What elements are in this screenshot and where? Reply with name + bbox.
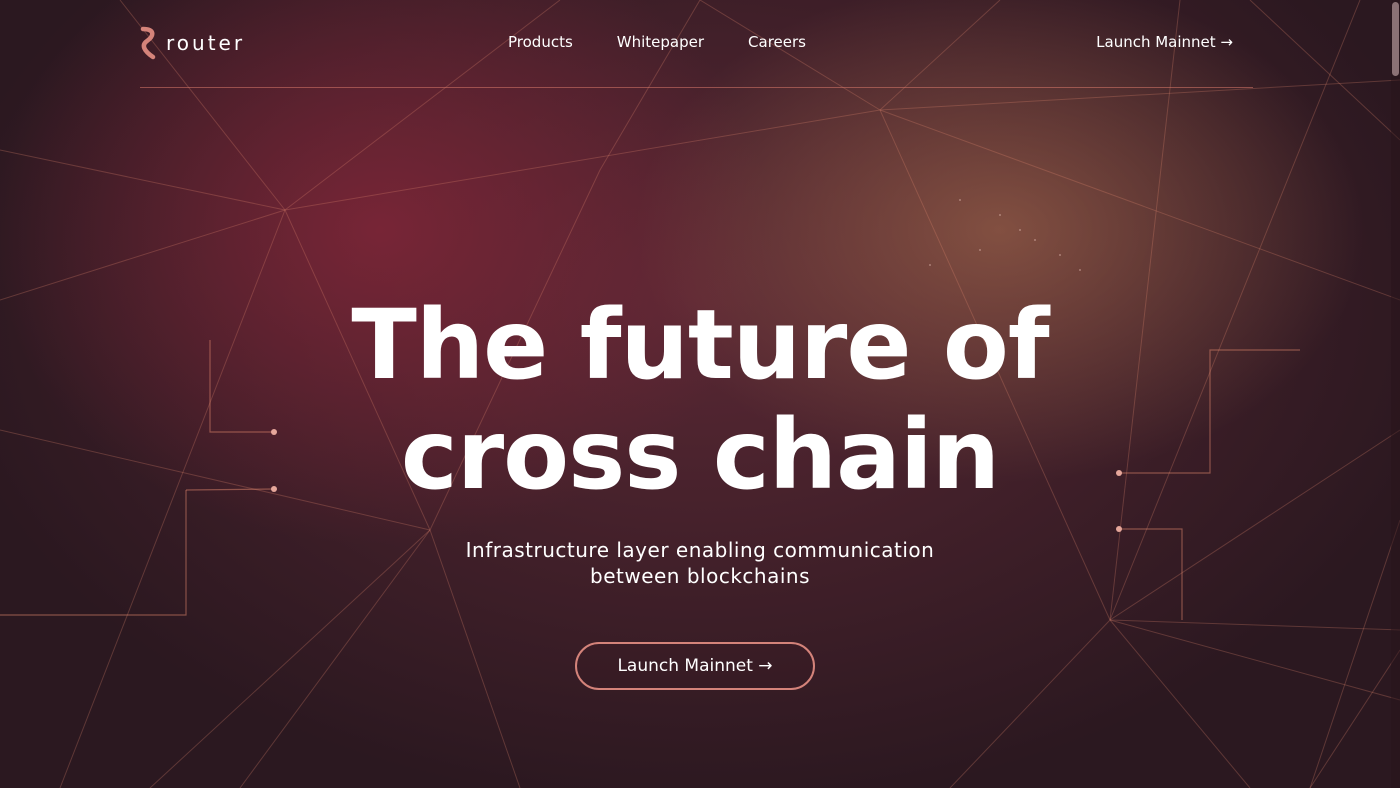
site-header: router Products Whitepaper Careers Launc… bbox=[140, 0, 1253, 88]
header-launch-mainnet-link[interactable]: Launch Mainnet → bbox=[1096, 33, 1233, 51]
hero-title-line-2: cross chain bbox=[400, 399, 1000, 511]
launch-mainnet-button[interactable]: Launch Mainnet → bbox=[575, 642, 815, 690]
logo-text: router bbox=[166, 31, 246, 55]
logo-link[interactable]: router bbox=[140, 26, 245, 60]
hero-subtitle-line-2: between blockchains bbox=[590, 564, 810, 588]
hero-subtitle-line-1: Infrastructure layer enabling communicat… bbox=[465, 538, 935, 562]
hero-title-line-1: The future of bbox=[351, 289, 1049, 401]
nav-item-products[interactable]: Products bbox=[508, 33, 573, 51]
hero-subtitle: Infrastructure layer enabling communicat… bbox=[0, 537, 1400, 589]
main-nav: Products Whitepaper Careers bbox=[508, 33, 806, 51]
router-logo-icon bbox=[140, 26, 156, 60]
nav-item-careers[interactable]: Careers bbox=[748, 33, 806, 51]
landing-page: router Products Whitepaper Careers Launc… bbox=[0, 0, 1400, 788]
hero-title: The future of cross chain bbox=[0, 290, 1400, 510]
nav-item-whitepaper[interactable]: Whitepaper bbox=[617, 33, 704, 51]
scrollbar-thumb[interactable] bbox=[1392, 2, 1399, 76]
